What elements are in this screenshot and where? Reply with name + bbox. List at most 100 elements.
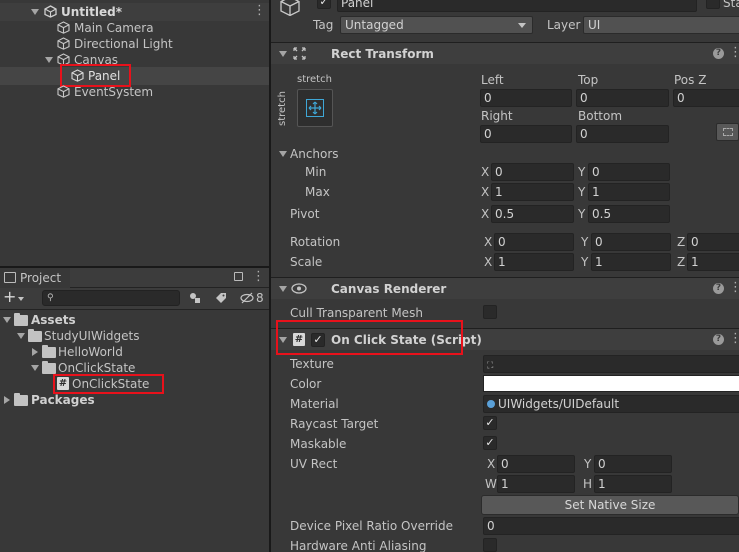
maskable-checkbox[interactable]: ✓ [483,436,497,450]
uv-h-field[interactable]: 1 [594,475,672,493]
tag-dropdown[interactable]: Untagged [340,16,533,34]
material-icon [487,400,495,408]
rect-transform-header[interactable]: Rect Transform ? ⋮ [271,42,739,64]
tree-item-assets[interactable]: Assets [31,313,76,327]
pivot-y-field[interactable]: 0.5 [588,205,670,223]
left-label: Left [481,73,504,87]
scene-menu-icon[interactable]: ⋮ [253,4,266,18]
anchor-stretch-icon [306,99,324,117]
component-menu-icon[interactable]: ⋮ [729,332,739,346]
help-icon[interactable]: ? [713,48,724,59]
component-menu-icon[interactable]: ⋮ [729,46,739,60]
canvas-renderer-header[interactable]: Canvas Renderer ? ⋮ [271,277,739,299]
layer-value: UI [588,18,601,32]
chevron-down-icon [518,23,526,28]
axis-x-label: X [487,457,496,471]
rotation-x-field[interactable]: 0 [494,233,574,251]
tab-project-label: Project [20,271,62,285]
scale-z-field[interactable]: 1 [687,253,739,271]
haa-checkbox[interactable] [483,538,497,552]
tag-label: Tag [313,18,334,32]
texture-field[interactable]: ⛶ [483,355,739,373]
left-field[interactable]: 0 [480,89,572,107]
axis-y-label: Y [578,185,586,199]
axis-x-label: X [484,255,493,269]
anchor-min-x-field[interactable]: 0 [491,163,574,181]
material-field[interactable]: UIWidgets/UIDefault [483,395,739,413]
axis-y-label: Y [581,255,589,269]
hierarchy-item-directional-light[interactable]: Directional Light [74,37,173,51]
chevron-down-icon[interactable] [18,297,24,301]
expand-arrow-icon[interactable] [3,317,11,323]
set-native-size-button[interactable]: Set Native Size [481,495,739,515]
uv-y-field[interactable]: 0 [594,455,672,473]
help-icon[interactable]: ? [713,283,724,294]
raw-edit-button[interactable] [716,123,739,141]
anchor-min-y-field[interactable]: 0 [588,163,670,181]
expand-arrow-icon[interactable] [45,57,53,63]
eye-icon [291,283,307,294]
object-name-field[interactable]: Panel [337,0,697,12]
anchor-max-x-field[interactable]: 1 [491,183,574,201]
static-checkbox[interactable] [706,0,720,9]
collapse-arrow-icon[interactable] [4,396,10,404]
expand-arrow-icon[interactable] [17,333,25,339]
lock-icon[interactable] [234,272,243,281]
uv-x-field[interactable]: 0 [497,455,575,473]
dpr-label: Device Pixel Ratio Override [290,519,453,533]
add-button[interactable]: + [3,289,16,305]
tree-item-onclickstate-script[interactable]: OnClickState [72,377,149,391]
highlight-box-component [276,320,463,355]
tree-item-studyuiwidgets[interactable]: StudyUIWidgets [44,329,139,343]
component-menu-icon[interactable]: ⋮ [729,281,739,295]
bottom-label: Bottom [578,109,623,123]
uv-w-field[interactable]: 1 [497,475,575,493]
rotation-y-field[interactable]: 0 [591,233,671,251]
label-tag-icon[interactable] [215,292,227,304]
hidden-count: 8 [256,291,264,305]
anchor-preset-side-label: stretch [277,91,288,126]
color-field[interactable] [483,375,739,392]
axis-x-label: X [481,165,490,179]
raycast-checkbox[interactable]: ✓ [483,416,497,430]
anchor-max-y-field[interactable]: 1 [588,183,670,201]
cull-checkbox[interactable] [483,305,497,319]
collapse-arrow-icon[interactable] [32,348,38,356]
tab-project[interactable]: Project [0,268,70,288]
pivot-x-field[interactable]: 0.5 [491,205,574,223]
texture-label: Texture [290,357,334,371]
tree-item-onclickstate-folder[interactable]: OnClickState [58,361,135,375]
scale-y-field[interactable]: 1 [591,253,671,271]
tree-item-helloworld[interactable]: HelloWorld [58,345,123,359]
expand-arrow-icon[interactable] [279,151,287,157]
scale-x-field[interactable]: 1 [494,253,574,271]
search-by-type-icon[interactable] [189,292,201,304]
hierarchy-item-main-camera[interactable]: Main Camera [74,21,154,35]
expand-arrow-icon [279,51,287,57]
help-icon[interactable]: ? [713,334,724,345]
rotation-z-field[interactable]: 0 [687,233,739,251]
tree-item-packages[interactable]: Packages [31,393,95,407]
right-field[interactable]: 0 [480,125,572,143]
color-label: Color [290,377,322,391]
posz-field[interactable]: 0 [673,89,739,107]
project-menu-icon[interactable]: ⋮ [252,270,265,284]
anchor-preset-button[interactable] [297,89,333,127]
maskable-label: Maskable [290,437,347,451]
hierarchy-item-panel[interactable]: Panel [88,69,120,83]
scene-name: Untitled* [61,5,122,19]
bottom-field[interactable]: 0 [576,125,669,143]
pivot-label: Pivot [290,207,320,221]
search-input[interactable]: ⚲ [42,290,180,306]
expand-arrow-icon[interactable] [31,365,39,371]
expand-arrow-icon[interactable] [31,9,39,15]
static-label: Sta [723,0,739,10]
active-checkbox[interactable]: ✓ [317,0,331,9]
hidden-eye-icon[interactable] [240,292,254,304]
top-field[interactable]: 0 [576,89,669,107]
hierarchy-item-eventsystem[interactable]: EventSystem [74,85,153,99]
scene-row[interactable]: Untitled* ⋮ [0,3,269,21]
material-label: Material [290,397,339,411]
dpr-field[interactable]: 0 [483,517,739,535]
layer-dropdown[interactable]: UI [583,16,739,34]
